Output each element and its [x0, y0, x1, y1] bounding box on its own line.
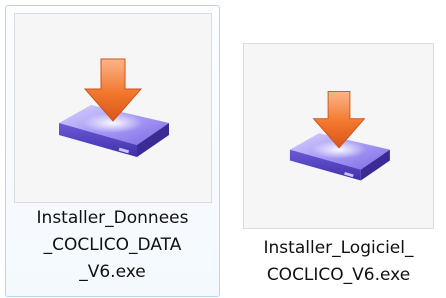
installer-disk-icon	[289, 91, 390, 181]
file-name-line: Installer_Logiciel_	[263, 238, 414, 258]
file-name-line: _V6.exe	[79, 262, 146, 282]
file-installer-donnees[interactable]: Installer_Donnees _COCLICO_DATA _V6.exe	[5, 5, 220, 297]
file-name-label: Installer_Donnees _COCLICO_DATA _V6.exe	[6, 205, 219, 286]
file-name-label: Installer_Logiciel_ COCLICO_V6.exe	[236, 235, 441, 289]
file-name-line: COCLICO_V6.exe	[266, 265, 411, 285]
file-name-line: _COCLICO_DATA	[43, 235, 182, 255]
file-thumbnail	[14, 13, 212, 203]
installer-disk-icon	[59, 58, 169, 157]
file-installer-logiciel[interactable]: Installer_Logiciel_ COCLICO_V6.exe	[236, 38, 441, 296]
file-name-line: Installer_Donnees	[36, 208, 189, 228]
desktop-file-area: Installer_Donnees _COCLICO_DATA _V6.exe …	[0, 0, 446, 298]
file-thumbnail	[243, 43, 434, 229]
